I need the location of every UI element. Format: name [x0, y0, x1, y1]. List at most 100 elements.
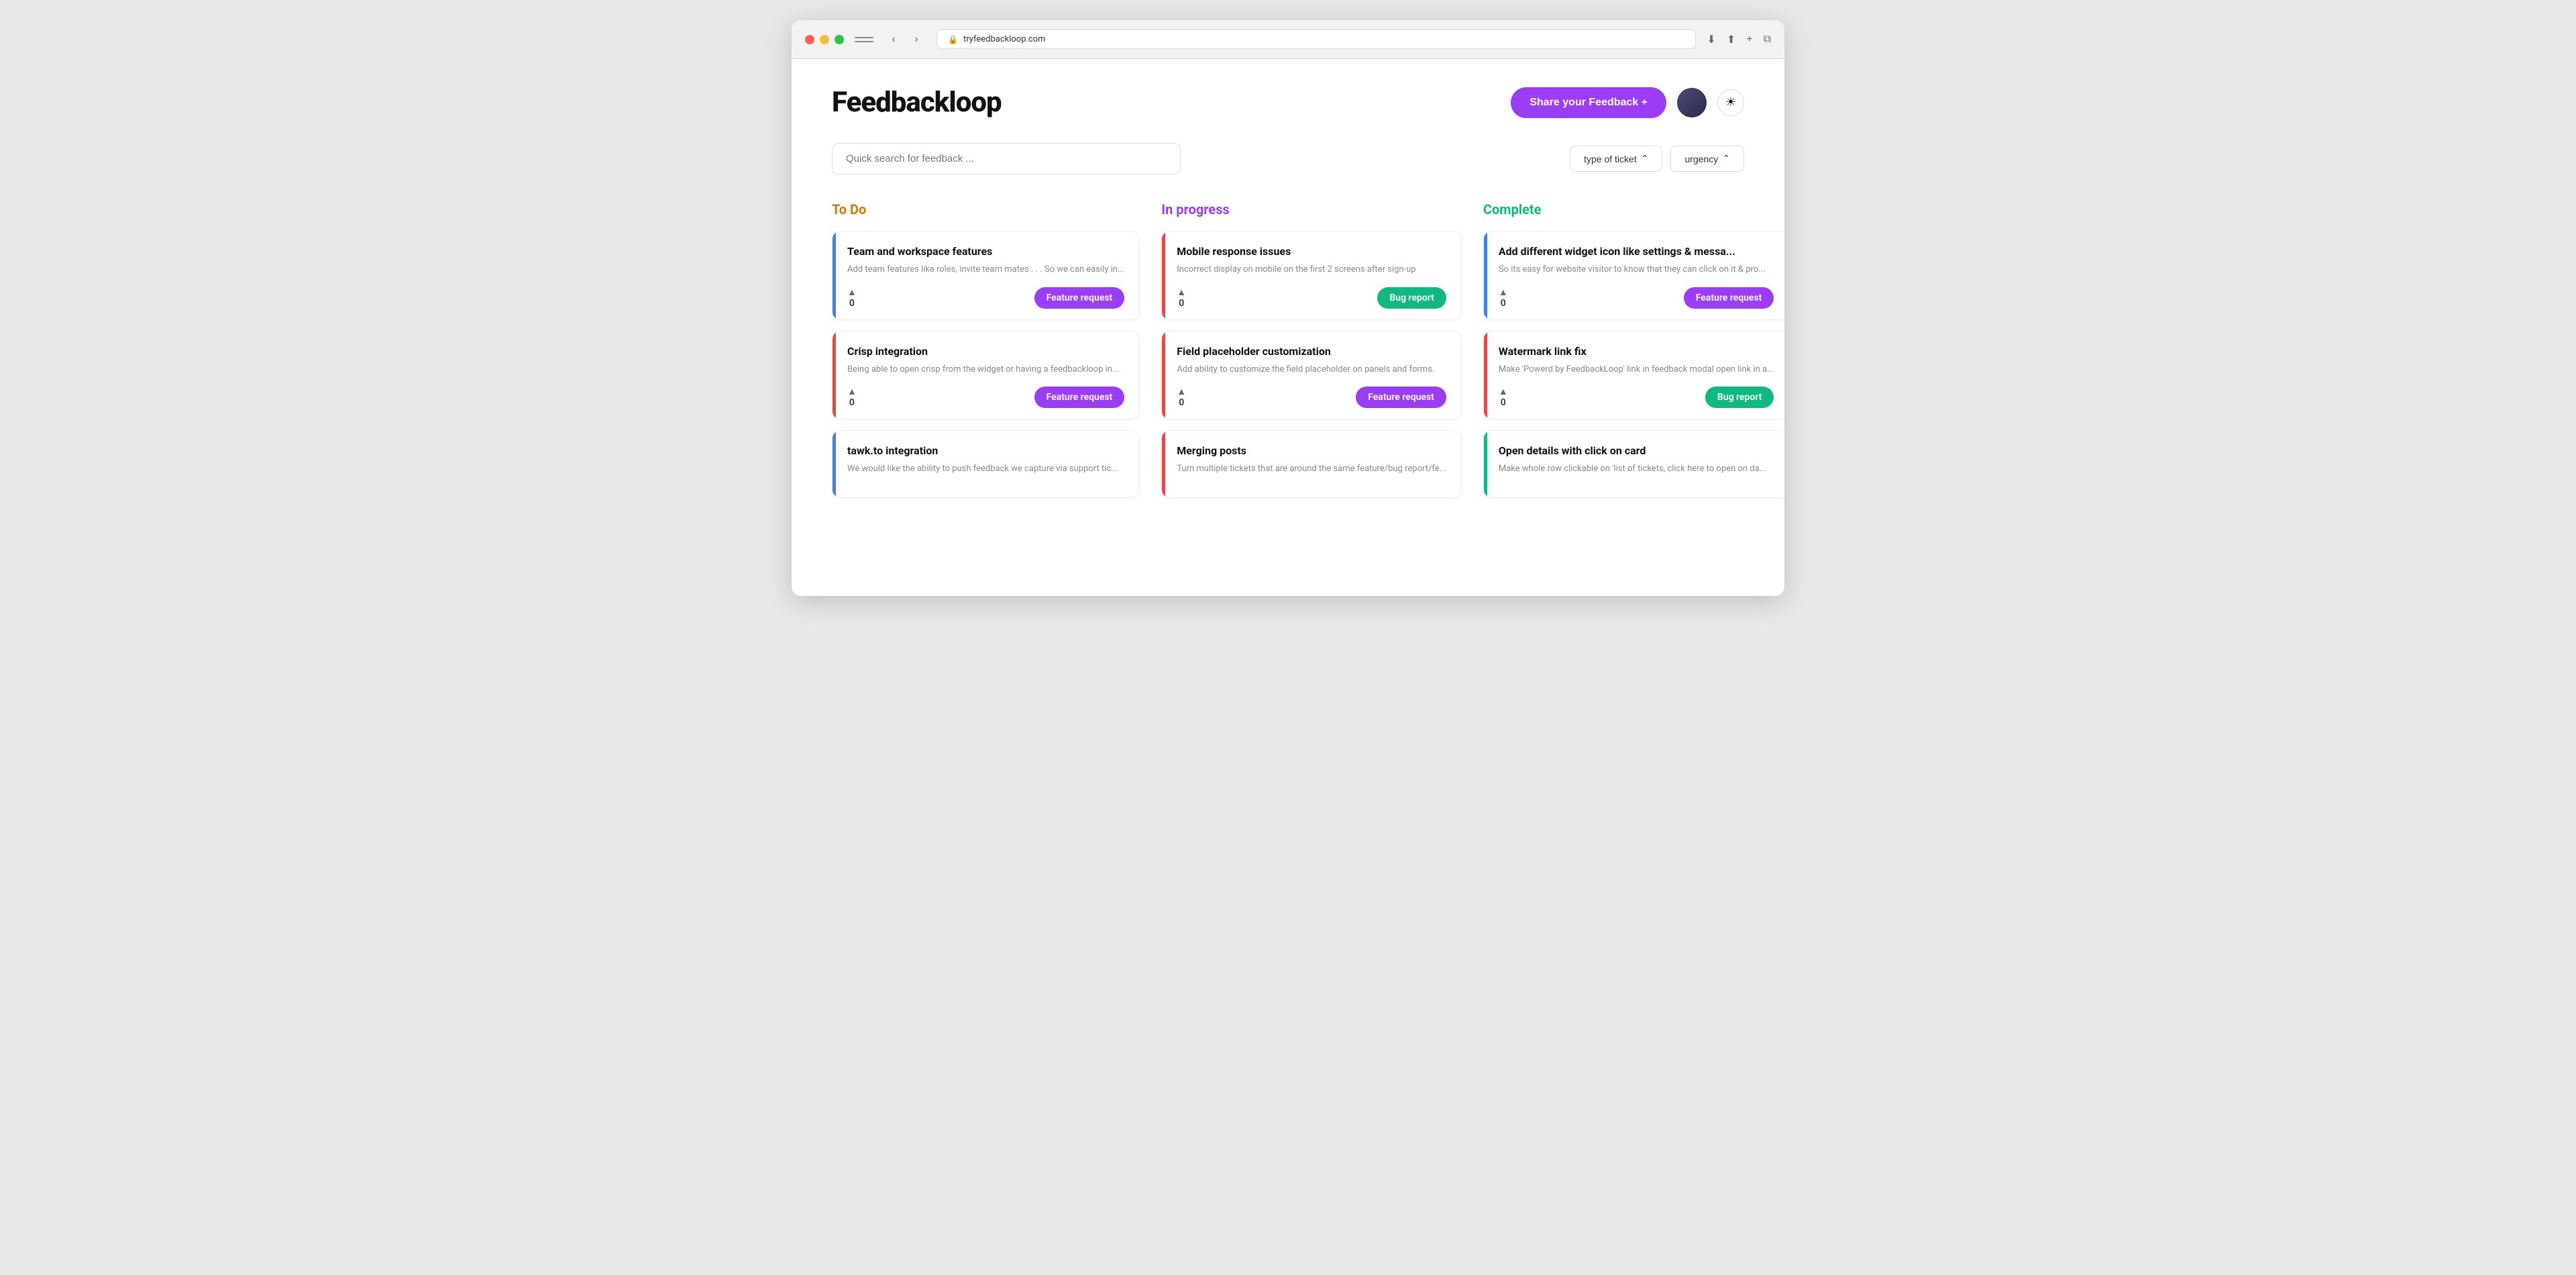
column-header-inprogress: In progress: [1161, 201, 1462, 217]
tag-feature-request[interactable]: Feature request: [1356, 387, 1446, 408]
new-tab-button[interactable]: +: [1746, 34, 1752, 46]
upvote-button[interactable]: ▲: [847, 287, 857, 297]
card-title: tawk.to integration: [847, 444, 1124, 457]
card-desc: Incorrect display on mobile on the first…: [1177, 263, 1446, 276]
upvote-button[interactable]: ▲: [1177, 387, 1186, 396]
urgency-chevron: ⌃: [1722, 153, 1730, 164]
card-title: Merging posts: [1177, 444, 1446, 457]
card-footer: ▲ 0 Bug report: [1499, 387, 1774, 408]
url-text: tryfeedbackloop.com: [963, 34, 1046, 44]
card-footer: ▲ 0 Feature request: [847, 287, 1124, 309]
vote-section: ▲ 0: [1499, 287, 1508, 309]
search-input[interactable]: [832, 143, 1181, 174]
kanban-column-complete: Complete Add different widget icon like …: [1483, 201, 1784, 509]
card-field-placeholder[interactable]: Field placeholder customization Add abil…: [1161, 331, 1462, 420]
ticket-type-chevron: ⌃: [1641, 153, 1649, 164]
avatar[interactable]: [1677, 88, 1707, 117]
sidebar-toggle-button[interactable]: [855, 33, 873, 46]
vote-count: 0: [849, 397, 855, 408]
app-title: Feedbackloop: [832, 86, 1002, 119]
card-team-workspace[interactable]: Team and workspace features Add team fea…: [832, 231, 1140, 320]
search-filters: type of ticket ⌃ urgency ⌃: [832, 143, 1744, 174]
card-border-red: [1484, 332, 1487, 419]
filter-buttons: type of ticket ⌃ urgency ⌃: [1570, 146, 1744, 172]
minimize-traffic-light[interactable]: [820, 35, 829, 44]
card-title: Field placeholder customization: [1177, 345, 1446, 358]
card-border-red: [1162, 431, 1165, 497]
download-button[interactable]: ⬇: [1707, 33, 1715, 46]
card-border-blue: [1484, 232, 1487, 319]
column-header-complete: Complete: [1483, 201, 1784, 217]
app-header: Feedbackloop Share your Feedback + ☀: [832, 86, 1744, 119]
browser-actions: ⬇ ⬆ + ⧉: [1707, 33, 1771, 46]
card-footer: ▲ 0 Feature request: [847, 387, 1124, 408]
upvote-button[interactable]: ▲: [1177, 287, 1186, 297]
tag-feature-request[interactable]: Feature request: [1684, 287, 1774, 309]
urgency-filter-button[interactable]: urgency ⌃: [1670, 146, 1744, 172]
back-button[interactable]: ‹: [884, 30, 903, 49]
tabs-button[interactable]: ⧉: [1764, 34, 1771, 46]
tag-bug-report[interactable]: Bug report: [1377, 287, 1446, 309]
urgency-label: urgency: [1684, 154, 1718, 164]
vote-section: ▲ 0: [847, 387, 857, 408]
tag-feature-request[interactable]: Feature request: [1034, 387, 1125, 408]
vote-count: 0: [849, 298, 855, 309]
close-traffic-light[interactable]: [805, 35, 814, 44]
vote-count: 0: [1501, 397, 1506, 408]
kanban-column-inprogress: In progress Mobile response issues Incor…: [1161, 201, 1462, 509]
card-desc: Make 'Powerd by FeedbackLoop' link in fe…: [1499, 363, 1774, 376]
forward-button[interactable]: ›: [907, 30, 926, 49]
vote-count: 0: [1501, 298, 1506, 309]
avatar-image: [1677, 88, 1707, 117]
card-desc: So its easy for website visitor to know …: [1499, 263, 1774, 276]
upvote-button[interactable]: ▲: [1499, 287, 1508, 297]
kanban-board: To Do Team and workspace features Add te…: [832, 201, 1744, 509]
share-browser-button[interactable]: ⬆: [1727, 33, 1735, 46]
card-widget-icon[interactable]: Add different widget icon like settings …: [1483, 231, 1784, 320]
card-crisp-integration[interactable]: Crisp integration Being able to open cri…: [832, 331, 1140, 420]
card-title: Crisp integration: [847, 345, 1124, 358]
lock-icon: 🔒: [948, 35, 958, 44]
card-mobile-response[interactable]: Mobile response issues Incorrect display…: [1161, 231, 1462, 320]
card-border-blue: [833, 431, 836, 497]
card-merging-posts[interactable]: Merging posts Turn multiple tickets that…: [1161, 430, 1462, 498]
card-title: Add different widget icon like settings …: [1499, 245, 1774, 258]
ticket-type-label: type of ticket: [1584, 154, 1637, 164]
kanban-column-todo: To Do Team and workspace features Add te…: [832, 201, 1140, 509]
card-title: Mobile response issues: [1177, 245, 1446, 258]
card-open-details[interactable]: Open details with click on card Make who…: [1483, 430, 1784, 498]
share-feedback-button[interactable]: Share your Feedback +: [1511, 87, 1666, 118]
card-border-red: [1162, 332, 1165, 419]
card-footer: ▲ 0 Feature request: [1177, 387, 1446, 408]
card-border-blue: [833, 232, 836, 319]
fullscreen-traffic-light[interactable]: [835, 35, 844, 44]
tag-feature-request[interactable]: Feature request: [1034, 287, 1125, 309]
search-input-wrapper: [832, 143, 1181, 174]
theme-toggle-button[interactable]: ☀: [1717, 89, 1744, 116]
card-footer: ▲ 0 Feature request: [1499, 287, 1774, 309]
card-border-red: [1162, 232, 1165, 319]
card-watermark-link-fix[interactable]: Watermark link fix Make 'Powerd by Feedb…: [1483, 331, 1784, 420]
vote-section: ▲ 0: [847, 287, 857, 309]
card-border-red: [833, 332, 836, 419]
browser-chrome: ‹ › 🔒 tryfeedbackloop.com ⬇ ⬆ + ⧉: [792, 20, 1784, 59]
address-bar[interactable]: 🔒 tryfeedbackloop.com: [936, 30, 1696, 49]
header-actions: Share your Feedback + ☀: [1511, 87, 1744, 118]
card-desc: Make whole row clickable on 'list of tic…: [1499, 462, 1774, 476]
card-desc: Add ability to customize the field place…: [1177, 363, 1446, 376]
vote-section: ▲ 0: [1177, 287, 1186, 309]
upvote-button[interactable]: ▲: [1499, 387, 1508, 396]
card-footer: ▲ 0 Bug report: [1177, 287, 1446, 309]
ticket-type-filter-button[interactable]: type of ticket ⌃: [1570, 146, 1662, 172]
card-tawkto-integration[interactable]: tawk.to integration We would like the ab…: [832, 430, 1140, 498]
nav-buttons: ‹ ›: [884, 30, 926, 49]
card-title: Open details with click on card: [1499, 444, 1774, 457]
card-border-green: [1484, 431, 1487, 497]
tag-bug-report[interactable]: Bug report: [1705, 387, 1774, 408]
card-desc: Add team features like roles, invite tea…: [847, 263, 1124, 276]
vote-section: ▲ 0: [1499, 387, 1508, 408]
upvote-button[interactable]: ▲: [847, 387, 857, 396]
column-header-todo: To Do: [832, 201, 1140, 217]
card-desc: Turn multiple tickets that are around th…: [1177, 462, 1446, 476]
card-title: Team and workspace features: [847, 245, 1124, 258]
